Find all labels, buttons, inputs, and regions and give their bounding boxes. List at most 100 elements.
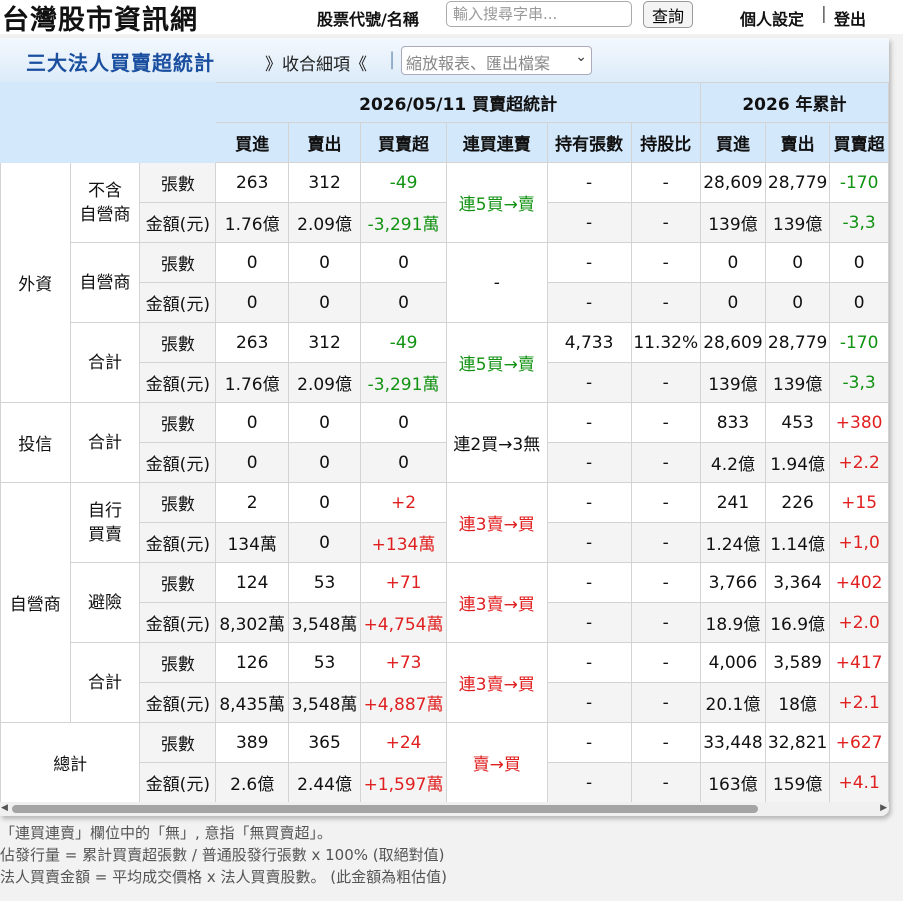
data-cell: 263: [215, 162, 290, 203]
panel-title: 三大法人買賣超統計: [26, 51, 215, 75]
row-group-label: 投信: [0, 402, 71, 483]
data-cell: +134萬: [360, 522, 448, 563]
row-subgroup-label: 合計: [69, 642, 141, 723]
column-header: 賣出: [764, 122, 831, 163]
table-row: 投信 合計 張數 0 0 0 連2買→3無 - -833 453 +380: [0, 402, 889, 483]
footnote: 「連買連賣」欄位中的「無」, 意指「無買賣超」。: [0, 824, 333, 842]
row-subgroup-label: 避險: [69, 562, 141, 643]
search-input[interactable]: [446, 1, 632, 27]
data-cell: -: [546, 482, 632, 523]
data-cell: 0: [699, 242, 767, 283]
data-cell: -: [630, 722, 701, 763]
data-cell: 3,364: [764, 562, 831, 603]
data-cell: -: [546, 602, 632, 643]
data-cell: 0: [360, 282, 448, 323]
horizontal-scrollbar[interactable]: ◀ ▶: [0, 802, 889, 816]
data-cell: 0: [215, 402, 290, 443]
data-cell: 3,548萬: [288, 602, 362, 643]
row-kind-label: 張數: [139, 242, 217, 283]
row-group-label: 外資: [0, 162, 71, 403]
ytd-group-header: 2026 年累計: [699, 82, 889, 123]
scroll-right-icon[interactable]: ▶: [880, 803, 887, 813]
column-header: 買進: [215, 122, 290, 163]
row-subgroup-label: 不含 自營商: [69, 162, 141, 243]
data-cell: -: [546, 362, 632, 403]
data-cell: -: [546, 562, 632, 603]
data-cell: +2.0: [829, 602, 889, 643]
row-group-label: 總計: [0, 722, 141, 802]
top-bar: 台灣股市資訊網 股票代號/名稱 查詢 個人設定 | 登出: [0, 0, 903, 37]
data-cell: +24: [360, 722, 448, 763]
header-separator: |: [821, 4, 827, 24]
table-row: 自營商 張數 0 0 0- - -0 0 0: [1, 242, 889, 323]
data-cell: -: [630, 642, 701, 683]
data-cell: 226: [764, 482, 831, 523]
data-cell: 365: [288, 722, 362, 763]
data-cell: 159億: [764, 762, 831, 802]
column-header: 買賣超: [829, 122, 889, 163]
data-cell: 312: [288, 322, 362, 363]
data-cell: 263: [215, 322, 290, 363]
data-cell: -: [546, 162, 632, 203]
data-cell: 0: [764, 282, 831, 323]
column-header: 持股比: [630, 122, 701, 163]
row-subgroup-label: 合計: [69, 402, 141, 483]
query-button[interactable]: 查詢: [643, 1, 693, 28]
scrollbar-thumb[interactable]: [12, 805, 758, 813]
data-cell: 4.2億: [699, 442, 767, 483]
data-cell: 0: [215, 282, 290, 323]
data-cell: 241: [699, 482, 767, 523]
data-cell: 0: [288, 482, 362, 523]
data-cell: -: [630, 242, 701, 283]
data-cell: 53: [288, 642, 362, 683]
data-cell: 0: [360, 242, 448, 283]
data-cell: -: [630, 682, 701, 723]
data-cell: +417: [829, 642, 889, 683]
footnotes: 「連買連賣」欄位中的「無」, 意指「無買賣超」。 佔發行量 = 累計買賣超張數 …: [0, 822, 447, 888]
data-cell: 0: [288, 402, 362, 443]
row-group-label: 自營商: [0, 482, 71, 723]
data-cell: 3,589: [764, 642, 831, 683]
column-header: 買進: [699, 122, 767, 163]
logout-link[interactable]: 登出: [834, 6, 866, 30]
settings-link[interactable]: 個人設定: [740, 6, 804, 30]
row-subgroup-label: 合計: [69, 322, 141, 403]
row-kind-label: 金額(元): [139, 522, 217, 563]
data-cell: 3,548萬: [288, 682, 362, 723]
data-cell: 126: [215, 642, 290, 683]
data-cell: 20.1億: [699, 682, 767, 723]
data-cell: -: [546, 682, 632, 723]
row-kind-label: 金額(元): [139, 762, 217, 802]
scroll-left-icon[interactable]: ◀: [1, 803, 8, 813]
data-cell: 0: [829, 282, 889, 323]
data-cell: +4,887萬: [360, 682, 448, 723]
data-cell: 0: [215, 442, 290, 483]
streak-cell: 連5買→賣: [446, 162, 548, 243]
data-cell: -: [546, 442, 632, 483]
data-cell: -: [546, 402, 632, 443]
data-cell: -: [630, 602, 701, 643]
data-cell: -: [630, 762, 701, 802]
data-cell: 0: [288, 522, 362, 563]
data-cell: 28,609: [699, 162, 767, 203]
data-cell: +380: [829, 402, 889, 443]
collapse-details-link[interactable]: 》收合細項《: [265, 50, 367, 75]
streak-cell: 連5買→賣: [446, 322, 548, 403]
report-select[interactable]: 縮放報表、匯出檔案 ⌄: [401, 46, 592, 75]
site-title[interactable]: 台灣股市資訊網: [2, 0, 198, 37]
column-header: 連買連賣: [446, 122, 548, 163]
data-cell: 163億: [699, 762, 767, 802]
data-cell: -49: [360, 162, 448, 203]
data-cell: 2.6億: [215, 762, 290, 802]
data-cell: 0: [829, 242, 889, 283]
table-scroll-area[interactable]: 2026/05/11 買賣超統計 2026 年累計 買進 賣出 買賣超 連買連賣 持有張…: [0, 82, 889, 802]
data-cell: 0: [360, 402, 448, 443]
data-cell: -: [546, 202, 632, 243]
data-cell: 8,302萬: [215, 602, 290, 643]
data-cell: 833: [699, 402, 767, 443]
data-cell: 139億: [699, 362, 767, 403]
data-cell: 53: [288, 562, 362, 603]
row-kind-label: 金額(元): [139, 362, 217, 403]
row-kind-label: 金額(元): [139, 282, 217, 323]
data-cell: +15: [829, 482, 889, 523]
